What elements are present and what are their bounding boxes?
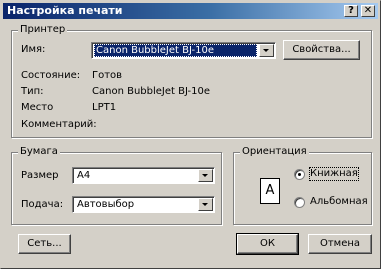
title-bar: Настройка печати ? ✕ xyxy=(3,3,378,19)
paper-group: Бумага xyxy=(11,146,222,225)
printer-name-select[interactable]: Canon BubbleJet BJ-10e xyxy=(91,42,276,59)
landscape-label[interactable]: Альбомная xyxy=(310,196,368,208)
printer-name-label: Имя: xyxy=(21,44,46,55)
paper-group-label: Бумага xyxy=(18,146,60,158)
paper-size-value: A4 xyxy=(77,170,91,181)
paper-size-label: Размер xyxy=(21,170,59,181)
ok-button[interactable]: ОК xyxy=(236,233,299,255)
cancel-button[interactable]: Отмена xyxy=(308,234,372,254)
help-button[interactable]: ? xyxy=(344,5,358,17)
chevron-down-icon[interactable] xyxy=(198,198,213,211)
close-button[interactable]: ✕ xyxy=(361,5,375,17)
paper-size-select[interactable]: A4 xyxy=(72,167,215,184)
print-setup-dialog: Настройка печати ? ✕ Принтер Имя: Canon … xyxy=(0,0,381,269)
type-label: Тип: xyxy=(21,86,44,97)
portrait-label[interactable]: Книжная xyxy=(309,167,359,181)
printer-name-value: Canon BubbleJet BJ-10e xyxy=(94,44,257,57)
status-value: Готов xyxy=(92,70,123,81)
landscape-radio[interactable] xyxy=(294,197,305,208)
comment-label: Комментарий: xyxy=(21,119,97,130)
orientation-group: Ориентация xyxy=(233,146,372,225)
portrait-radio[interactable] xyxy=(294,169,305,180)
properties-button[interactable]: Свойства... xyxy=(283,40,360,60)
status-label: Состояние: xyxy=(21,70,81,81)
network-button[interactable]: Сеть... xyxy=(18,234,71,254)
dialog-title: Настройка печати xyxy=(7,4,123,17)
paper-source-select[interactable]: Автовыбор xyxy=(72,196,215,213)
portrait-page-icon: A xyxy=(260,178,280,204)
where-label: Место xyxy=(21,102,54,113)
type-value: Canon BubbleJet BJ-10e xyxy=(92,86,211,97)
printer-group-label: Принтер xyxy=(18,24,68,36)
where-value: LPT1 xyxy=(92,102,117,113)
paper-source-label: Подача: xyxy=(21,199,64,210)
chevron-down-icon[interactable] xyxy=(198,169,213,182)
orientation-group-label: Ориентация xyxy=(240,146,309,158)
paper-source-value: Автовыбор xyxy=(77,199,135,210)
chevron-down-icon[interactable] xyxy=(259,44,274,57)
